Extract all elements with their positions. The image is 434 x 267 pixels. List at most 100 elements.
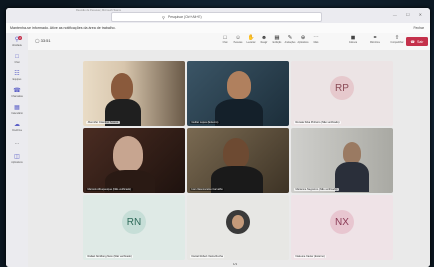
window-controls[interactable]: — ☐ ✕ xyxy=(393,12,426,17)
hand-icon: ✋ xyxy=(247,35,255,41)
participant-tile[interactable]: RN Rafael Nordberg Neto (Não verificado) xyxy=(83,195,185,260)
rail-item-label: OneDrive xyxy=(11,129,23,132)
toolbar-notes-button[interactable]: ✎ Anotações xyxy=(283,35,297,44)
participant-name: Rafael Nordberg Neto (Não verificado) xyxy=(86,255,134,258)
toolbar-apps-button[interactable]: ⊕ Aplicativos xyxy=(296,35,310,44)
participant-video xyxy=(343,142,361,164)
toolbar-more-button[interactable]: ⋯ Mais xyxy=(309,35,323,44)
participant-tile[interactable]: NX Natuune Xavier (Externo) xyxy=(291,195,393,260)
mic-icon: ⚭ xyxy=(372,35,378,41)
toolbar-view-button[interactable]: ▦ Exibição xyxy=(270,35,284,44)
meeting-toolbar: ◯ 33:51 □ Chat ☺ Pessoas ✋ Levantar ☻ Reagir… xyxy=(28,33,430,51)
toolbar-label: Mais xyxy=(313,42,319,44)
video-grid: Jhennifer Claudino Soares Guilter Lopes … xyxy=(28,50,430,267)
toolbar-raise-hand-button[interactable]: ✋ Levantar xyxy=(244,35,258,44)
calendar-icon: ▦ xyxy=(14,105,20,111)
toolbar-label: Pessoas xyxy=(233,42,243,44)
camera-icon: ◼ xyxy=(350,35,356,41)
participant-tile[interactable]: Daniel Robert Vieira Rocha xyxy=(187,195,289,260)
participant-name: Ivan Vasconcelos Carvalho xyxy=(190,188,225,191)
apps-icon: ◫ xyxy=(14,154,20,160)
participant-tile[interactable]: Marcelo Albuquerque (Não verificado) xyxy=(83,128,185,193)
app-rail: ⚲ 2 Atividade □ Chat ☷ Equipes ☎ Chamada… xyxy=(6,33,28,267)
rail-item-label: Chamadas xyxy=(11,95,23,98)
toolbar-label: Câmera xyxy=(348,42,358,44)
banner-text: Mantenha-se informado. Ative as notifica… xyxy=(10,26,116,30)
rail-item-teams[interactable]: ☷ Equipes xyxy=(6,71,28,81)
chat-icon: □ xyxy=(223,35,227,41)
leave-button[interactable]: ☎ Sair xyxy=(406,37,428,46)
participant-tile[interactable]: Ivan Vasconcelos Carvalho xyxy=(187,128,289,193)
timer-value: 33:51 xyxy=(40,38,51,43)
avatar: RP xyxy=(330,76,354,101)
participant-name: Natuune Xavier (Externo) xyxy=(294,255,327,258)
rail-item-activity[interactable]: ⚲ 2 Atividade xyxy=(6,36,28,47)
participant-tile[interactable]: RP Renata Silva Pinheiro (Não verificado… xyxy=(291,61,393,126)
phone-icon: ☎ xyxy=(410,39,416,44)
rail-item-onedrive[interactable]: ☁ OneDrive xyxy=(6,122,28,132)
teams-icon: ☷ xyxy=(14,71,20,77)
banner-close-button[interactable]: Fechar xyxy=(413,26,424,30)
chat-icon: □ xyxy=(15,54,19,60)
participant-name: Jhennifer Claudino Soares xyxy=(86,121,120,124)
rail-item-label: Aplicativos xyxy=(11,161,23,164)
phone-icon: ☎ xyxy=(13,88,21,94)
activity-badge: 2 xyxy=(18,36,22,40)
participant-video xyxy=(111,73,133,101)
view-icon: ▦ xyxy=(274,35,280,41)
more-icon: ⋯ xyxy=(313,35,319,41)
participant-video xyxy=(227,71,251,99)
participant-video xyxy=(113,136,143,172)
toolbar-label: Aplicativos xyxy=(297,42,309,44)
rail-item-label: Calendário xyxy=(11,112,23,115)
toolbar-people-button[interactable]: ☺ Pessoas xyxy=(231,35,245,44)
avatar: NX xyxy=(330,210,354,235)
people-icon: ☺ xyxy=(235,35,241,41)
avatar-photo xyxy=(232,215,244,230)
toolbar-react-button[interactable]: ☻ Reagir xyxy=(257,35,271,44)
participant-name: Daniel Robert Vieira Rocha xyxy=(190,255,225,258)
participant-tile[interactable]: Marianne Negreiros (Não verificado) xyxy=(291,128,393,193)
rail-item-label: Chat xyxy=(14,61,20,64)
search-icon: ⚲ xyxy=(162,14,165,20)
page-indicator[interactable]: 1/1 xyxy=(233,262,237,266)
participant-name: Renata Silva Pinheiro (Não verificado) xyxy=(294,121,341,124)
toolbar-mic-button[interactable]: ⚭ Microfone xyxy=(368,35,382,44)
react-icon: ☻ xyxy=(261,35,267,41)
rail-item-more[interactable]: ... xyxy=(6,139,28,146)
rail-item-calendar[interactable]: ▦ Calendário xyxy=(6,105,28,115)
search-input[interactable]: ⚲ Pesquisar (Ctrl+Alt+E) xyxy=(111,12,322,22)
participant-video-body xyxy=(335,162,369,192)
rail-item-chat[interactable]: □ Chat xyxy=(6,54,28,64)
notes-icon: ✎ xyxy=(287,35,293,41)
participant-name: Marianne Negreiros (Não verificado) xyxy=(294,188,339,191)
toolbar-label: Anotações xyxy=(284,42,296,44)
more-icon: ... xyxy=(14,140,20,146)
apps-icon: ⊕ xyxy=(300,35,306,41)
rail-item-calls[interactable]: ☎ Chamadas xyxy=(6,88,28,98)
toolbar-label: Chat xyxy=(222,42,228,44)
toolbar-share-button[interactable]: ⇧ Compartilhar xyxy=(390,35,404,44)
toolbar-label: Exibição xyxy=(272,42,282,44)
meeting-timer: ◯ 33:51 xyxy=(35,38,51,43)
rail-item-label: Atividade xyxy=(12,44,22,47)
toolbar-label: Microfone xyxy=(369,42,381,44)
participant-name: Marcelo Albuquerque (Não verificado) xyxy=(86,188,133,191)
toolbar-camera-button[interactable]: ◼ Câmera xyxy=(346,35,360,44)
toolbar-chat-button[interactable]: □ Chat xyxy=(218,35,232,44)
participant-tile[interactable]: Jhennifer Claudino Soares xyxy=(83,61,185,126)
participant-video-body xyxy=(215,99,263,126)
avatar xyxy=(226,210,250,235)
participant-name: Guilter Lopes (Externo) xyxy=(190,121,220,124)
toolbar-label: Reagir xyxy=(260,42,268,44)
participant-tile[interactable]: Guilter Lopes (Externo) xyxy=(187,61,289,126)
toolbar-label: Levantar xyxy=(246,42,256,44)
leave-label: Sair xyxy=(417,39,424,44)
toolbar-label: Compartilhar xyxy=(390,42,404,44)
rail-item-apps[interactable]: ◫ Aplicativos xyxy=(6,154,28,164)
teams-window: Reunião de Pessoas | Microsoft Teams ⚲ P… xyxy=(6,8,430,267)
rail-item-label: Equipes xyxy=(12,78,22,81)
title-bar: Reunião de Pessoas | Microsoft Teams ⚲ P… xyxy=(6,8,430,23)
share-icon: ⇧ xyxy=(394,35,400,41)
participant-video xyxy=(223,138,249,168)
